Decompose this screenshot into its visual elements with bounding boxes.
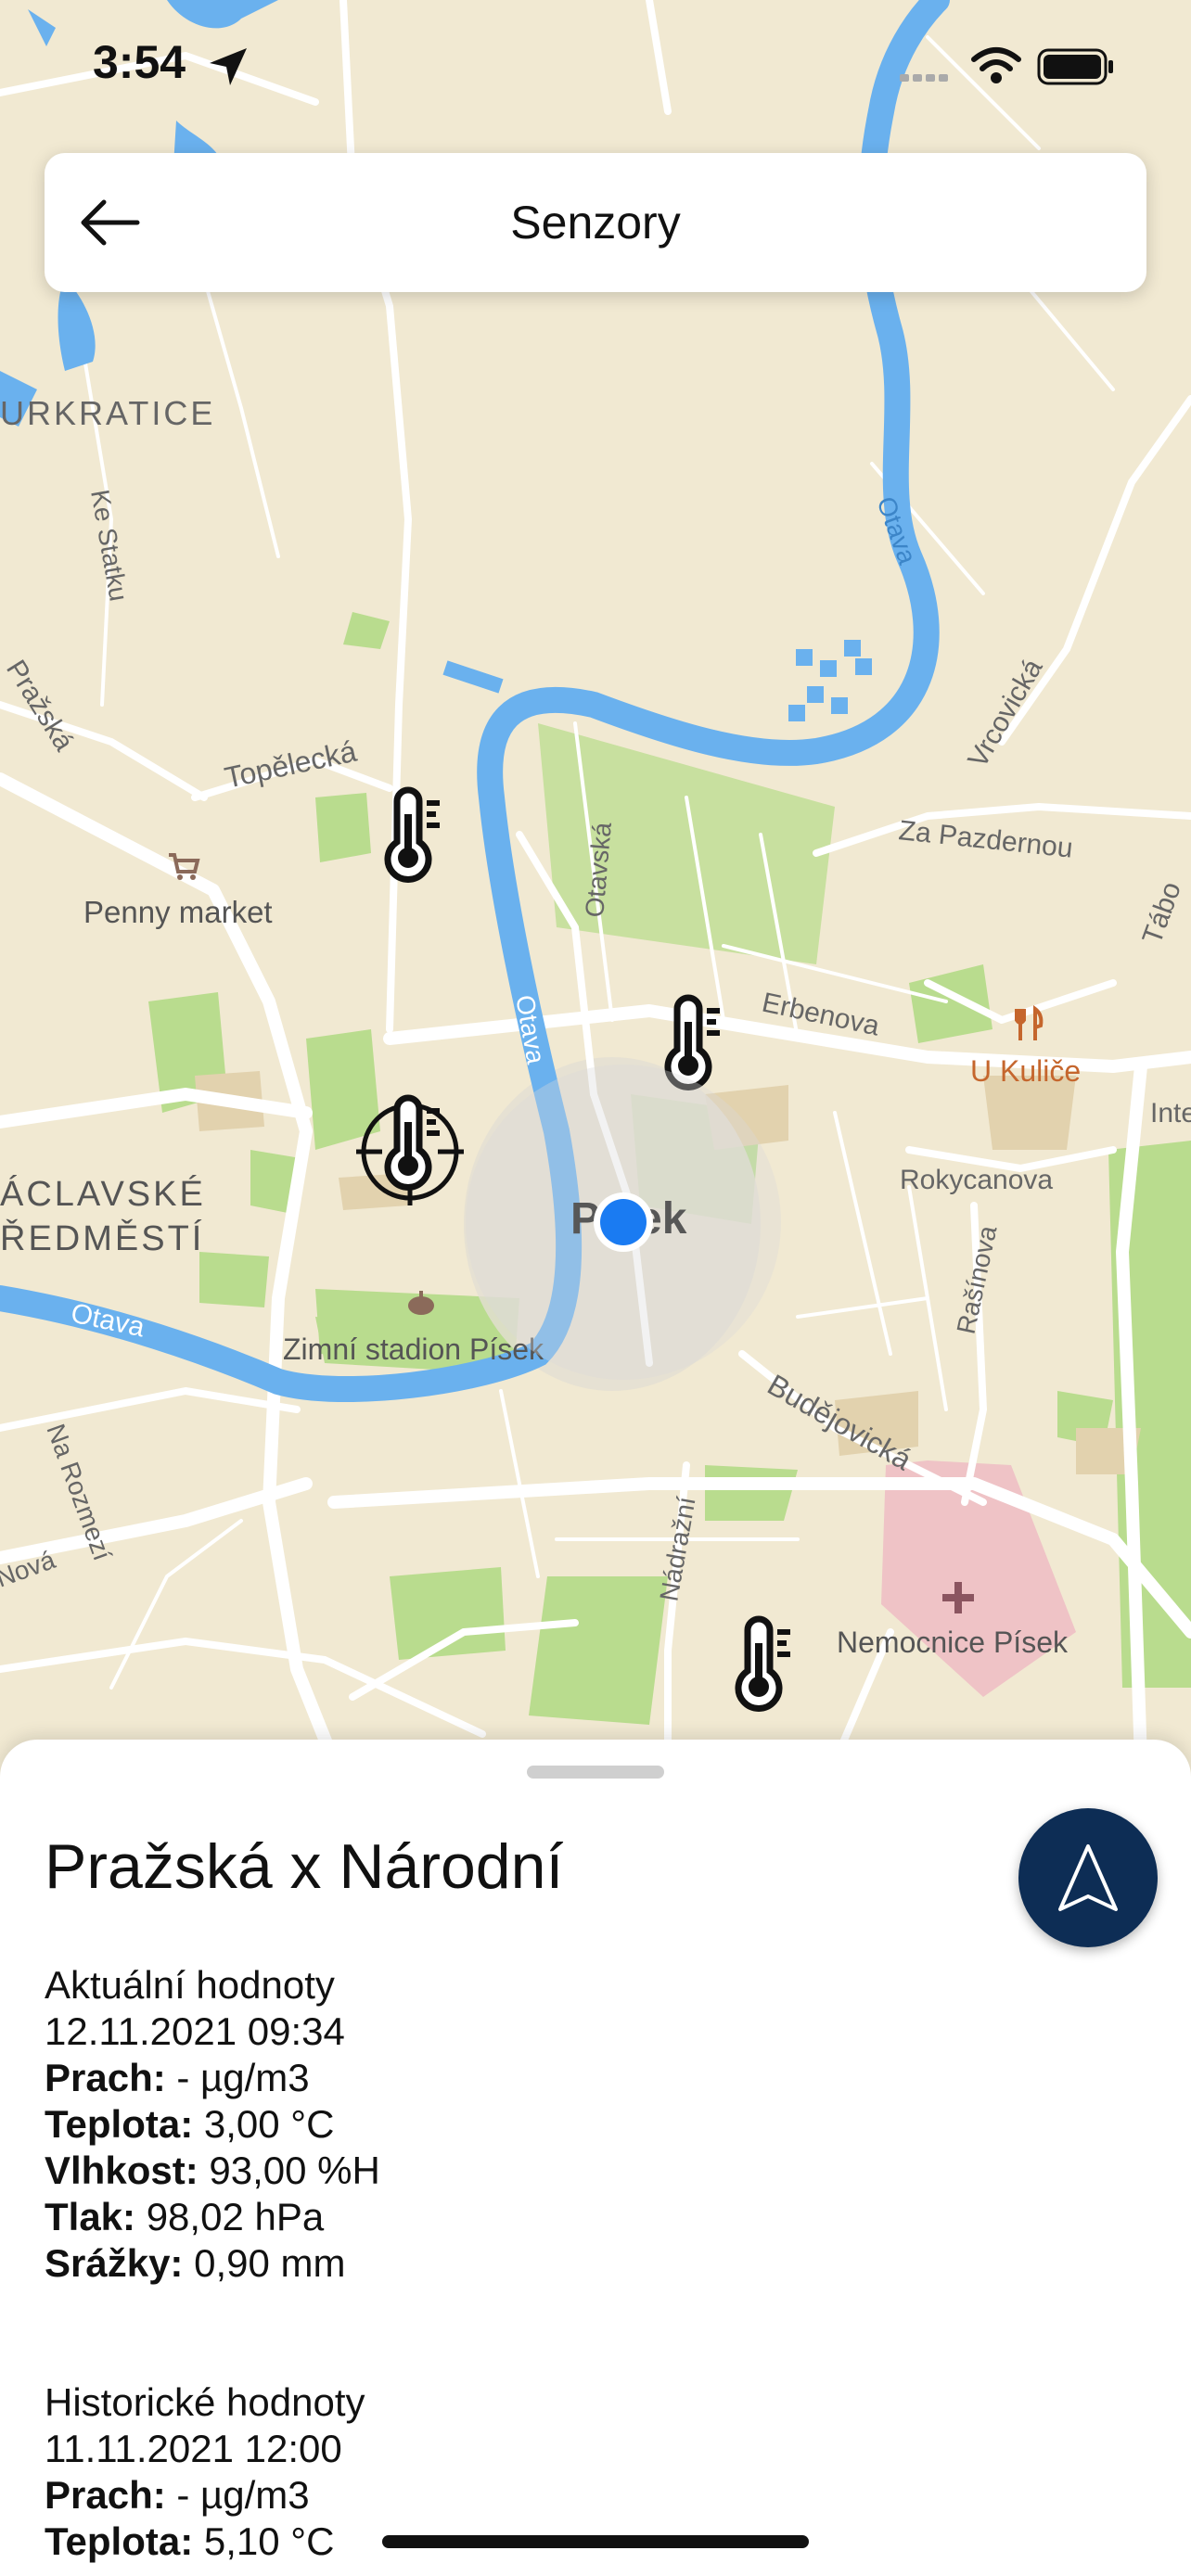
history-row-dust: Prach: - µg/m3: [45, 2472, 365, 2519]
navigation-arrow-icon: [1058, 1844, 1118, 1911]
header-bar: Senzory: [45, 153, 1146, 292]
row-value: 0,90 mm: [183, 2241, 346, 2285]
row-value: 5,10 °C: [193, 2519, 335, 2563]
status-bar: 3:54: [0, 0, 1191, 139]
current-row-precipitation: Srážky: 0,90 mm: [45, 2240, 380, 2287]
history-values-timestamp: 11.11.2021 12:00: [45, 2427, 342, 2470]
current-row-temperature: Teplota: 3,00 °C: [45, 2101, 380, 2148]
current-values-heading: Aktuální hodnoty: [45, 1963, 335, 2007]
map-label-inte: Inte: [1150, 1098, 1191, 1129]
row-value: 3,00 °C: [193, 2102, 335, 2146]
current-values-block: Aktuální hodnoty 12.11.2021 09:34 Prach:…: [45, 1962, 380, 2287]
map-label-vaclavske-2: ŘEDMĚSTÍ: [0, 1218, 204, 1258]
map-label-penny: Penny market: [83, 895, 273, 929]
current-values-timestamp: 12.11.2021 09:34: [45, 2009, 345, 2053]
user-location-icon: [466, 1065, 781, 1380]
current-row-humidity: Vlhkost: 93,00 %H: [45, 2148, 380, 2194]
history-row-temperature: Teplota: 5,10 °C: [45, 2519, 365, 2565]
status-time: 3:54: [93, 36, 186, 88]
page-title: Senzory: [510, 197, 681, 249]
map-label-nemocnice: Nemocnice Písek: [837, 1626, 1069, 1659]
home-indicator[interactable]: [382, 2535, 809, 2548]
history-values-heading: Historické hodnoty: [45, 2380, 365, 2424]
history-values-block: Historické hodnoty 11.11.2021 12:00 Prac…: [45, 2379, 365, 2565]
navigate-button[interactable]: [1018, 1808, 1158, 1947]
row-value: 93,00 %H: [198, 2149, 380, 2192]
map-label-zimni-stadion: Zimní stadion Písek: [283, 1333, 544, 1366]
row-value: 98,02 hPa: [135, 2195, 325, 2238]
map-label-u-kulice: U Kuliče: [970, 1054, 1081, 1088]
row-value: - µg/m3: [165, 2473, 310, 2517]
sensor-detail-sheet[interactable]: Pražská x Národní Aktuální hodnoty 12.11…: [0, 1740, 1191, 2576]
map-label-vaclavske-1: ÁCLAVSKÉ: [0, 1174, 206, 1214]
row-label: Teplota:: [45, 2102, 194, 2146]
sheet-drag-handle[interactable]: [527, 1766, 664, 1779]
row-value: - µg/m3: [165, 2056, 310, 2099]
map-label-area-north: URKRATICE: [0, 394, 215, 432]
location-arrow-icon: [210, 48, 247, 85]
current-row-pressure: Tlak: 98,02 hPa: [45, 2194, 380, 2240]
row-label: Srážky:: [45, 2241, 184, 2285]
wifi-icon: [971, 47, 1021, 83]
sensor-name: Pražská x Národní: [45, 1831, 564, 1902]
row-label: Prach:: [45, 2473, 166, 2517]
row-label: Prach:: [45, 2056, 166, 2099]
cellular-signal-icon: [900, 74, 948, 82]
row-label: Teplota:: [45, 2519, 194, 2563]
row-label: Tlak:: [45, 2195, 136, 2238]
current-row-dust: Prach: - µg/m3: [45, 2055, 380, 2101]
map-label-rokycanova: Rokycanova: [900, 1165, 1053, 1195]
battery-icon: [1037, 48, 1113, 85]
row-label: Vlhkost:: [45, 2149, 198, 2192]
